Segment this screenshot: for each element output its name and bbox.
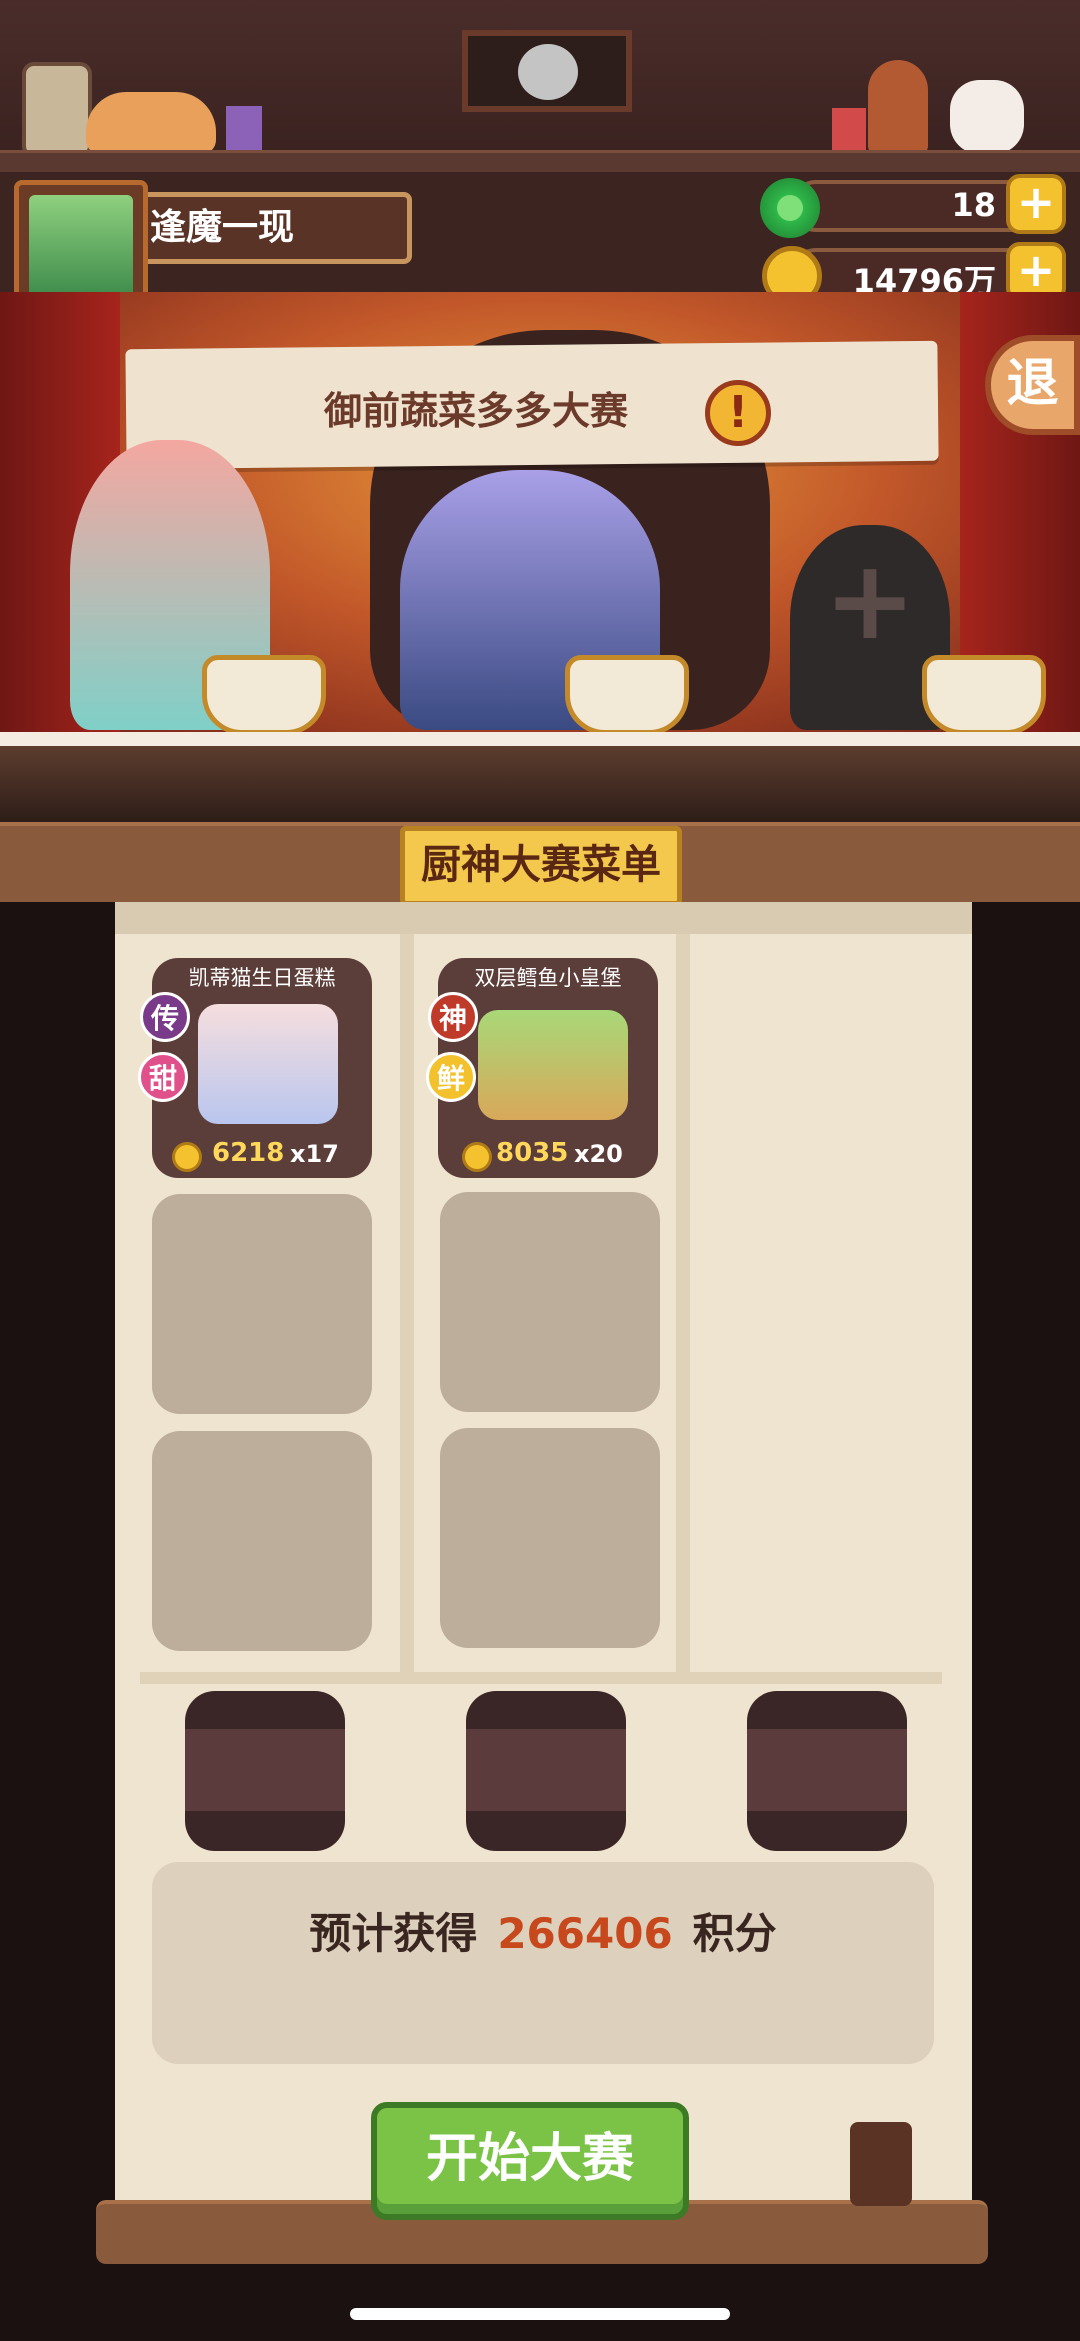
- dish-name: 双层鳕鱼小皇堡: [474, 966, 622, 990]
- jade-icon: [760, 178, 820, 238]
- score-suffix: 积分: [692, 1909, 777, 1958]
- rarity-badge: 神: [428, 992, 478, 1042]
- score-estimate: 预计获得 266406 积分: [152, 1900, 934, 1961]
- menu-paper-top-strip: [115, 902, 972, 934]
- flavor-badge: 鲜: [426, 1052, 476, 1102]
- divider: [140, 1672, 942, 1684]
- coin-icon: [462, 1142, 492, 1172]
- exclamation-icon[interactable]: !: [705, 380, 771, 446]
- jar-decoration: [832, 108, 866, 154]
- wall-scroll-decoration: [22, 62, 92, 158]
- score-value: 266406: [497, 1909, 673, 1958]
- dish-quantity: x20: [574, 1140, 623, 1168]
- dish-price: 6218: [212, 1138, 285, 1168]
- cooking-pot-icon: [565, 655, 689, 735]
- score-prefix: 预计获得: [309, 1909, 478, 1958]
- brush-pot-decoration: [850, 2122, 912, 2206]
- jade-amount: 18: [951, 186, 996, 224]
- menu-title: 厨神大赛菜单: [400, 826, 682, 906]
- add-jade-button[interactable]: +: [1006, 174, 1066, 234]
- score-estimate-box: [152, 1862, 934, 2064]
- avatar: [29, 195, 133, 299]
- right-frame: [972, 902, 1080, 2252]
- empty-dish-slot[interactable]: [440, 1428, 660, 1648]
- cooking-pot-icon: [202, 655, 326, 735]
- start-contest-button[interactable]: 开始大赛: [371, 2102, 689, 2220]
- flavor-badge: 甜: [138, 1052, 188, 1102]
- rarity-badge: 传: [140, 992, 190, 1042]
- dish-price: 8035: [496, 1138, 569, 1168]
- cooking-pot-icon: [922, 655, 1046, 735]
- empty-dish-slot[interactable]: [440, 1192, 660, 1412]
- ingredient-slot[interactable]: [747, 1691, 907, 1851]
- white-cat-decoration: [950, 80, 1024, 154]
- dish-name: 凯蒂猫生日蛋糕: [188, 966, 336, 990]
- add-chef-icon: +: [823, 536, 917, 664]
- dish-image-icon: [478, 1010, 628, 1120]
- ingredient-slot[interactable]: [185, 1691, 345, 1851]
- npc-figure-decoration: [868, 60, 928, 154]
- character-icon: [518, 44, 578, 100]
- ingredient-slot[interactable]: [466, 1691, 626, 1851]
- empty-dish-slot[interactable]: [152, 1431, 372, 1651]
- dish-image-icon: [198, 1004, 338, 1124]
- stage-counter: [0, 732, 1080, 822]
- player-name: 逢魔一现: [150, 207, 295, 248]
- exit-button[interactable]: 退: [985, 335, 1080, 435]
- column-divider: [676, 934, 690, 1672]
- empty-dish-slot[interactable]: [152, 1194, 372, 1414]
- cat-decoration: [86, 92, 216, 154]
- jar-decoration: [226, 106, 262, 154]
- column-divider: [400, 934, 414, 1672]
- left-frame: [0, 902, 115, 2252]
- home-indicator[interactable]: [350, 2308, 730, 2320]
- dish-quantity: x17: [290, 1140, 339, 1168]
- framed-portrait-decoration[interactable]: [462, 30, 632, 112]
- coin-icon: [172, 1142, 202, 1172]
